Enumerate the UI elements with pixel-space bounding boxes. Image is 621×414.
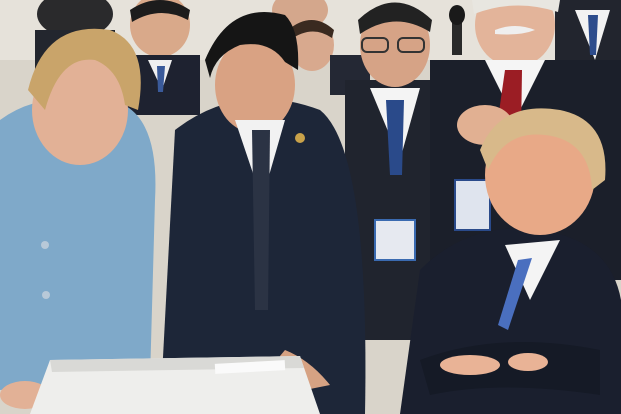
photograph (0, 0, 621, 414)
table-with-white-cloth (30, 356, 320, 414)
photo-scene (0, 0, 621, 414)
